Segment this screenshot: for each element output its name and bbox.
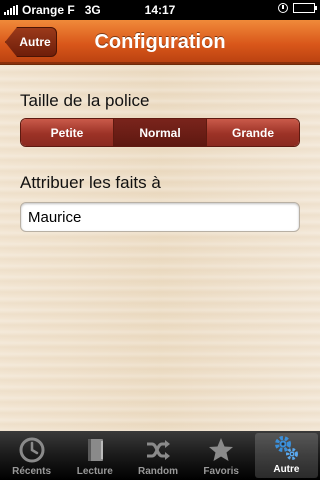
status-bar: Orange F 3G 14:17: [0, 0, 320, 20]
font-size-option-small[interactable]: Petite: [21, 119, 114, 146]
tab-label: Récents: [12, 466, 52, 477]
alarm-clock-icon: [278, 3, 288, 13]
battery-icon: [293, 3, 317, 13]
font-size-option-normal[interactable]: Normal: [114, 119, 207, 146]
book-icon: [87, 439, 103, 461]
tab-lecture[interactable]: Lecture: [63, 431, 126, 480]
attribution-label: Attribuer les faits à: [20, 173, 161, 192]
font-size-label: Taille de la police: [20, 91, 150, 110]
tab-bar: Récents Lecture Random Favoris Autre: [0, 431, 320, 480]
star-icon: [209, 438, 234, 461]
tab-recents[interactable]: Récents: [0, 431, 63, 480]
gears-icon: [275, 436, 299, 460]
tab-label: Lecture: [76, 466, 113, 477]
settings-panel: Taille de la police Petite Normal Grande…: [0, 65, 320, 430]
status-right: [278, 3, 317, 13]
tab-random[interactable]: Random: [126, 431, 189, 480]
font-size-segmented-control: Petite Normal Grande: [20, 118, 300, 147]
tab-label: Random: [138, 466, 178, 477]
tab-autre[interactable]: Autre: [254, 433, 319, 478]
font-size-option-large[interactable]: Grande: [207, 119, 299, 146]
tab-label: Favoris: [203, 466, 239, 477]
shuffle-icon: [147, 440, 170, 460]
attribution-name-input[interactable]: [20, 202, 300, 232]
navigation-bar: Configuration Autre: [0, 20, 320, 65]
tab-favoris[interactable]: Favoris: [190, 431, 253, 480]
clock-icon: [19, 437, 45, 463]
tab-label: Autre: [273, 464, 300, 475]
status-time: 14:17: [144, 3, 176, 17]
